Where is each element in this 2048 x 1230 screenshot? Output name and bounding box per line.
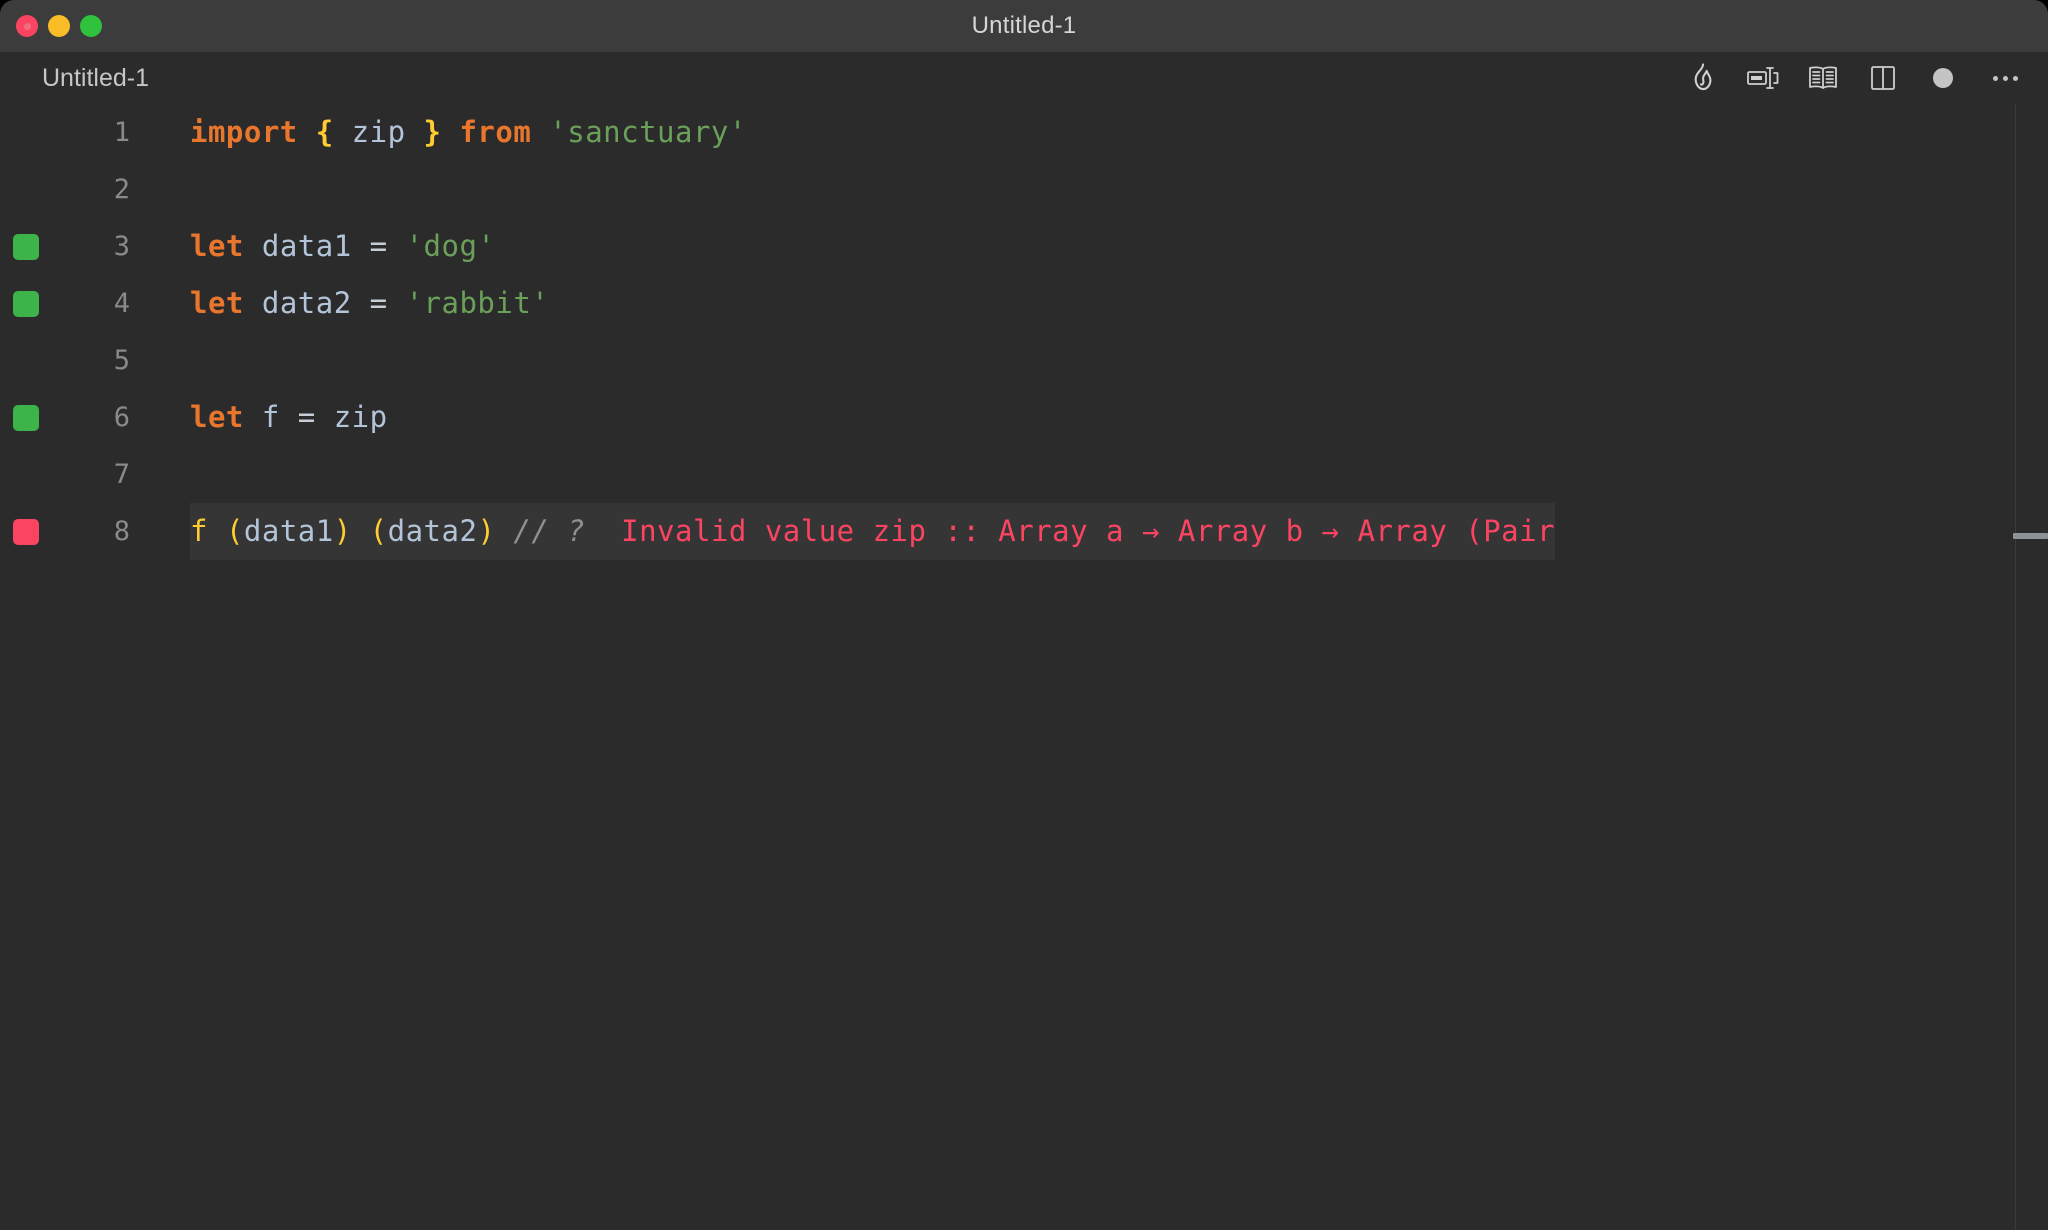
record-dot-icon — [1933, 68, 1953, 88]
ellipsis-icon[interactable] — [1986, 61, 2024, 95]
code-token: let — [190, 229, 244, 263]
code-token: { — [315, 115, 334, 149]
tab-untitled-1[interactable]: Untitled-1 — [42, 64, 149, 93]
code-text[interactable]: let data2 = 'rabbit' — [190, 275, 549, 332]
code-token: f — [190, 514, 208, 548]
code-token: ) — [333, 514, 352, 548]
code-line[interactable]: 5 — [0, 332, 2048, 389]
code-editor[interactable]: 1 import { zip } from 'sanctuary' 2 3 let da… — [0, 104, 2048, 1230]
tab-bar: Untitled-1 — [0, 52, 2048, 104]
ellipsis-dot — [2002, 75, 2008, 81]
code-text[interactable]: f (data1) (data2) // ? Invalid value zip… — [190, 503, 1556, 560]
code-lines-container: 1 import { zip } from 'sanctuary' 2 3 let da… — [0, 104, 2048, 560]
code-token: from — [459, 115, 532, 149]
code-token: let — [190, 400, 244, 434]
code-token: Invalid value zip :: Array a → Array b →… — [621, 514, 1556, 548]
code-token: zip — [333, 400, 388, 434]
code-token: let — [190, 286, 244, 320]
code-token: 'sanctuary' — [549, 115, 747, 149]
code-token: zip — [351, 115, 406, 149]
window-title: Untitled-1 — [971, 12, 1077, 39]
code-token: = — [351, 286, 406, 320]
code-line[interactable]: 3 let data1 = 'dog' — [0, 218, 2048, 275]
code-token: = — [279, 400, 334, 434]
code-token: f — [261, 400, 280, 434]
code-text[interactable]: import { zip } from 'sanctuary' — [190, 104, 747, 161]
line-number: 7 — [113, 459, 130, 490]
gutter-error-marker-icon[interactable] — [13, 518, 39, 545]
code-text[interactable]: let data1 = 'dog' — [190, 218, 495, 275]
line-number: 2 — [113, 174, 130, 205]
horizontal-scrollbar-thumb[interactable] — [2013, 533, 2048, 539]
split-editor-icon[interactable] — [1866, 61, 1900, 95]
code-token: data2 — [261, 286, 352, 320]
code-line[interactable]: 6 let f = zip — [0, 389, 2048, 446]
open-book-icon[interactable] — [1806, 61, 1840, 95]
code-token: } — [423, 115, 442, 149]
code-token: data2 — [387, 514, 478, 548]
ellipsis-dot — [1992, 75, 1998, 81]
code-token: ( — [225, 514, 244, 548]
code-line[interactable]: 2 — [0, 161, 2048, 218]
editor-window: Untitled-1 Untitled-1 1 import {zip} f… — [0, 0, 2048, 1230]
code-token: data1 — [261, 229, 352, 263]
split-resize-icon[interactable] — [1746, 61, 1780, 95]
code-token: ) — [477, 514, 496, 548]
code-token: = — [351, 229, 406, 263]
window-titlebar: Untitled-1 — [0, 0, 2048, 52]
vertical-ruler — [2015, 104, 2016, 1230]
code-line[interactable]: 7 — [0, 446, 2048, 503]
code-token: 'dog' — [405, 229, 496, 263]
code-token: // ? — [513, 514, 586, 548]
gutter-ok-marker-icon[interactable] — [13, 404, 39, 431]
flame-icon[interactable] — [1686, 61, 1720, 95]
code-text[interactable]: let f = zip — [190, 389, 388, 446]
line-number: 5 — [113, 345, 130, 376]
code-token: 'rabbit' — [405, 286, 550, 320]
code-line[interactable]: 1 import { zip } from 'sanctuary' — [0, 104, 2048, 161]
gutter-ok-marker-icon[interactable] — [13, 233, 39, 260]
code-line[interactable]: 4 let data2 = 'rabbit' — [0, 275, 2048, 332]
line-number: 1 — [113, 117, 130, 148]
code-token: import — [190, 115, 298, 149]
editor-toolbar — [1686, 52, 2024, 104]
gutter-ok-marker-icon[interactable] — [13, 290, 39, 317]
code-line[interactable]: 8f (data1) (data2) // ? Invalid value zi… — [0, 503, 2048, 560]
code-token: data1 — [243, 514, 334, 548]
code-token: ( — [369, 514, 388, 548]
ellipsis-dot — [2012, 75, 2018, 81]
record-dot-button[interactable] — [1926, 61, 1960, 95]
